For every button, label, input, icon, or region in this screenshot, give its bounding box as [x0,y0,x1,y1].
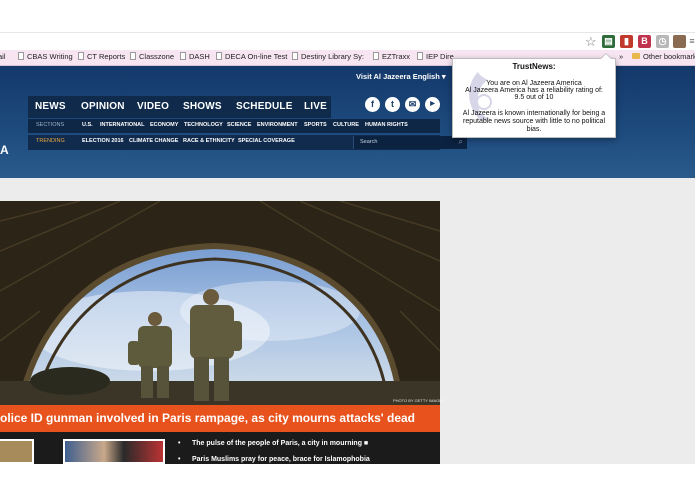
site-logo-fragment: A [0,143,9,157]
page-icon [417,52,423,60]
search-placeholder: Search [360,139,378,145]
section-environment[interactable]: ENVIRONMENT [257,122,298,128]
trending-race-ethnicity[interactable]: RACE & ETHNICITY [183,138,235,144]
nav-shows[interactable]: SHOWS [183,101,222,112]
trending-climate-change[interactable]: CLIMATE CHANGE [129,138,178,144]
popup-caret-inner [601,54,611,59]
facebook-icon[interactable]: f [365,97,380,112]
twitter-icon[interactable]: t [385,97,400,112]
photo-credit: PHOTO BY GETTY IMAGES [393,398,445,403]
page-icon [292,52,298,60]
section-sports[interactable]: SPORTS [304,122,327,128]
section-technology[interactable]: TECHNOLOGY [184,122,223,128]
other-bookmarks-folder[interactable]: Other bookmarks [632,52,695,61]
search-icon[interactable]: ⌕ [459,137,463,147]
popup-title: TrustNews: [512,62,556,71]
search-input[interactable]: Search ⌕ [353,136,467,149]
page-icon [373,52,379,60]
page-icon [216,52,222,60]
bookmark-item[interactable]: EZTraxx [373,52,410,61]
email-icon[interactable]: ✉ [405,97,420,112]
section-us[interactable]: U.S. [82,122,93,128]
nav-video[interactable]: VIDEO [137,101,169,112]
section-culture[interactable]: CULTURE [333,122,359,128]
popup-rating-value: 9.5 out of 10 [514,94,554,101]
bookmark-item[interactable]: CT Reports [78,52,125,61]
bookmark-item[interactable]: ail [0,52,6,61]
sections-bar: SECTIONS U.S. INTERNATIONAL ECONOMY TECH… [28,119,440,133]
page-icon [78,52,84,60]
nav-news[interactable]: NEWS [35,101,66,112]
extension-icon[interactable]: ▮ [620,35,633,48]
trending-special-coverage[interactable]: SPECIAL COVERAGE [238,138,295,144]
browser-window: ☆ ▤ ▮ B ◷ ≡ ail CBAS Writing CT Reports … [0,0,695,494]
nav-schedule[interactable]: SCHEDULE [236,101,293,112]
bookmark-item[interactable]: Destiny Library Sy: [292,52,364,61]
page-icon [18,52,24,60]
page-icon [180,52,186,60]
related-story-link[interactable]: Paris Muslims pray for peace, brace for … [178,456,370,463]
bookmark-item[interactable]: DASH [180,52,210,61]
profile-avatar-icon[interactable] [673,35,686,48]
address-bar[interactable]: ☆ [0,32,695,50]
bookmarks-overflow-chevron[interactable]: » [619,52,623,61]
folder-icon [632,53,640,59]
popup-description: reputable news source with little to no … [462,118,606,125]
popup-description: Al Jazeera is known internationally for … [462,110,606,117]
hero-photo[interactable] [0,201,440,405]
sections-label: SECTIONS [36,122,65,128]
eiffel-tower-soldiers-image [0,201,440,405]
caret-down-icon: ▾ [441,72,446,81]
bookmark-star-icon[interactable]: ☆ [585,34,597,50]
youtube-icon[interactable]: ▶ [425,97,440,112]
trending-election-2016[interactable]: ELECTION 2016 [82,138,124,144]
nav-live[interactable]: LIVE [304,101,327,112]
main-nav: NEWS OPINION VIDEO SHOWS SCHEDULE LIVE [28,96,331,118]
section-human-rights[interactable]: HUMAN RIGHTS [365,122,408,128]
story-thumbnail[interactable] [63,439,165,464]
menu-icon[interactable]: ≡ [689,35,695,48]
nav-opinion[interactable]: OPINION [81,101,125,112]
extension-clock-icon[interactable]: ◷ [656,35,669,48]
visit-aje-link[interactable]: Visit Al Jazeera English ▾ [356,72,446,81]
video-camera-icon: ■ [363,440,369,447]
main-headline[interactable]: olice ID gunman involved in Paris rampag… [0,411,415,425]
extension-b-icon[interactable]: B [638,35,651,48]
trustnews-extension-icon[interactable]: ▤ [602,35,615,48]
page-icon [130,52,136,60]
bookmark-item[interactable]: Classzone [130,52,174,61]
trending-bar: TRENDING ELECTION 2016 CLIMATE CHANGE RA… [28,135,467,150]
section-economy[interactable]: ECONOMY [150,122,178,128]
bookmark-item[interactable]: DECA On-line Test [216,52,287,61]
section-international[interactable]: INTERNATIONAL [100,122,145,128]
bookmark-item[interactable]: IEP Dire [417,52,454,61]
bookmark-item[interactable]: CBAS Writing [18,52,73,61]
related-story-link[interactable]: The pulse of the people of Paris, a city… [178,440,369,447]
story-thumbnail[interactable] [0,439,34,464]
section-science[interactable]: SCIENCE [227,122,251,128]
browser-top-strip [0,0,695,32]
page-footer-area [0,464,695,494]
popup-description: bias. [526,126,542,133]
trending-label: TRENDING [36,138,65,144]
